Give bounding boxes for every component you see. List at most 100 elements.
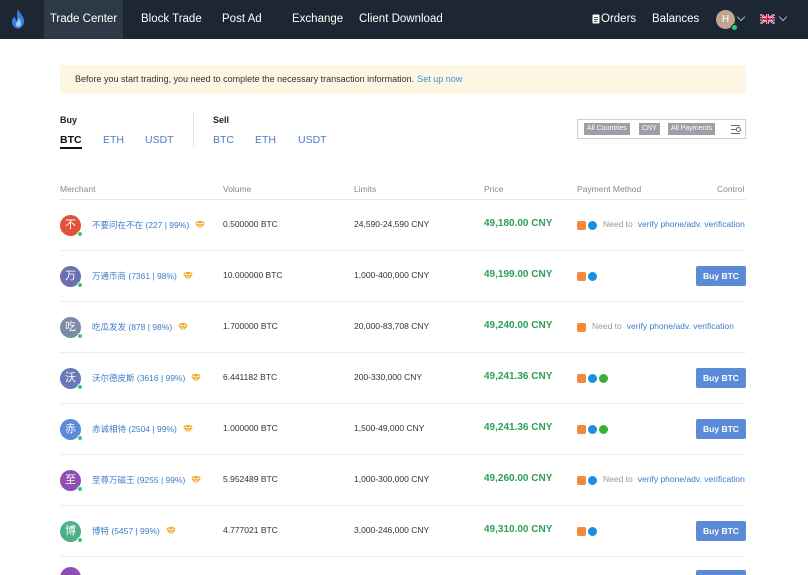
- col-volume: Volume: [223, 184, 252, 194]
- price-value: 49,241.36 CNY: [484, 371, 553, 382]
- volume-value: 10.000000 BTC: [223, 270, 283, 280]
- buy-btc-button[interactable]: Buy BTC: [696, 521, 746, 541]
- user-avatar[interactable]: H: [716, 10, 738, 31]
- payment-methods: [577, 270, 599, 281]
- filter-currency[interactable]: CNY: [639, 123, 660, 135]
- limits-value: 20,000-83,708 CNY: [354, 321, 430, 331]
- avatar-initial: 赤: [65, 423, 76, 435]
- avatar-initial: 吃: [65, 321, 76, 333]
- payment-methods: [577, 321, 588, 332]
- table-row: 沃 沃尔德皮斯 (3616 | 99%) 6.441182 BTC 200-33…: [60, 353, 746, 404]
- language-chevron-icon[interactable]: [778, 12, 788, 22]
- avatar[interactable]: 至: [60, 470, 83, 492]
- limits-value: 1,500-49,000 CNY: [354, 423, 425, 433]
- avatar-initial: 不: [65, 219, 76, 231]
- need-to-label: Need to: [603, 474, 633, 484]
- col-control: Control: [717, 184, 745, 194]
- merchant-label: 至尊万磁王 (9255 | 99%): [92, 475, 186, 485]
- volume-value: 6.441182 BTC: [223, 372, 278, 382]
- price-value: 49,180.00 CNY: [484, 218, 553, 229]
- filter-payment[interactable]: All Payments: [668, 123, 715, 135]
- bank-card-icon: [577, 526, 586, 536]
- notice-text: Before you start trading, you need to co…: [75, 74, 415, 84]
- nav-trade-center[interactable]: Trade Center: [44, 0, 123, 39]
- buy-tab-btc[interactable]: BTC: [60, 134, 82, 149]
- avatar: [60, 567, 81, 575]
- chevron-down-icon[interactable]: [736, 12, 746, 22]
- volume-value: 0.500000 BTC: [223, 219, 278, 229]
- table-row: 至 至尊万磁王 (9255 | 99%) 5.952489 BTC 1,000-…: [60, 455, 746, 506]
- verify-link[interactable]: verify phone/adv. verification: [627, 321, 734, 331]
- diamond-icon: [195, 221, 206, 229]
- bank-card-icon: [577, 271, 586, 281]
- limits-value: 3,000-246,000 CNY: [354, 525, 430, 535]
- diamond-icon: [182, 272, 193, 280]
- alipay-icon: [588, 424, 597, 434]
- nav-block-trade[interactable]: Block Trade: [141, 0, 202, 39]
- avatar[interactable]: 吃: [60, 317, 83, 339]
- bank-card-icon: [577, 373, 586, 383]
- avatar-letter: H: [721, 14, 730, 25]
- verify-link[interactable]: verify phone/adv. verification: [638, 219, 745, 229]
- merchant-name[interactable]: 至尊万磁王 (9255 | 99%): [92, 474, 202, 486]
- merchant-name[interactable]: 不要问在不在 (227 | 99%): [92, 219, 206, 231]
- bank-card-icon: [577, 475, 586, 485]
- orders-icon: [592, 14, 600, 24]
- verify-requirement: Need to verify phone/adv. verification: [603, 471, 746, 485]
- bank-card-icon: [577, 220, 586, 230]
- top-nav: Trade Center Block Trade Post Ad Exchang…: [0, 0, 808, 39]
- table-row: 博 博特 (5457 | 99%) 4.777021 BTC 3,000-246…: [60, 506, 746, 557]
- nav-exchange[interactable]: Exchange: [292, 0, 343, 39]
- avatar[interactable]: 博: [60, 521, 83, 543]
- sell-tab-usdt[interactable]: USDT: [298, 134, 327, 146]
- price-value: 49,240.00 CNY: [484, 320, 553, 331]
- need-to-label: Need to: [603, 219, 633, 229]
- online-status-dot: [77, 282, 83, 288]
- buy-btc-button[interactable]: Buy BTC: [696, 419, 746, 439]
- buy-tab-usdt[interactable]: USDT: [145, 134, 174, 146]
- merchant-name[interactable]: 沃尔德皮斯 (3616 | 99%): [92, 372, 202, 384]
- buy-btc-button[interactable]: Buy BTC: [696, 368, 746, 388]
- merchant-label: 吃瓜发发 (878 | 98%): [92, 322, 173, 332]
- avatar[interactable]: 万: [60, 266, 83, 288]
- avatar[interactable]: 赤: [60, 419, 83, 441]
- nav-balances[interactable]: Balances: [652, 0, 699, 39]
- buy-btc-button[interactable]: [696, 570, 746, 575]
- buy-tab-eth[interactable]: ETH: [103, 134, 124, 146]
- merchant-name[interactable]: 博特 (5457 | 99%): [92, 525, 176, 537]
- nav-orders[interactable]: Orders: [601, 0, 636, 39]
- online-status-dot: [731, 24, 738, 31]
- online-status-dot: [77, 486, 83, 492]
- avatar[interactable]: 不: [60, 215, 83, 237]
- filter-country[interactable]: All Countries: [584, 123, 630, 135]
- sell-tab-eth[interactable]: ETH: [255, 134, 276, 146]
- wechat-icon: [599, 373, 608, 383]
- diamond-icon: [191, 374, 202, 382]
- merchant-name[interactable]: 赤诚相待 (2504 | 99%): [92, 423, 193, 435]
- need-to-label: Need to: [592, 321, 622, 331]
- logo-icon[interactable]: [10, 9, 26, 29]
- table-row: 赤 赤诚相待 (2504 | 99%) 1.000000 BTC 1,500-4…: [60, 404, 746, 455]
- nav-client-download[interactable]: Client Download: [359, 0, 443, 39]
- avatar-initial: 至: [65, 474, 76, 486]
- volume-value: 1.000000 BTC: [223, 423, 278, 433]
- verify-link[interactable]: verify phone/adv. verification: [638, 474, 745, 484]
- buy-btc-button[interactable]: Buy BTC: [696, 266, 746, 286]
- merchant-label: 博特 (5457 | 99%): [92, 526, 160, 536]
- price-value: 49,241.36 CNY: [484, 422, 553, 433]
- diamond-icon: [178, 323, 189, 331]
- setup-link[interactable]: Set up now: [417, 74, 462, 84]
- filter-icon[interactable]: [731, 124, 742, 135]
- alipay-icon: [588, 475, 597, 485]
- verify-requirement: Need to verify phone/adv. verification: [603, 216, 746, 230]
- need-verify-text: Need to verify phone/adv. verification: [603, 219, 745, 229]
- avatar[interactable]: 沃: [60, 368, 83, 390]
- merchant-name[interactable]: 万通币商 (7361 | 98%): [92, 270, 193, 282]
- payment-methods: [577, 525, 599, 536]
- merchant-name[interactable]: 吃瓜发发 (878 | 98%): [92, 321, 189, 333]
- uk-flag-icon[interactable]: [760, 14, 775, 24]
- table-row: 不 不要问在不在 (227 | 99%) 0.500000 BTC 24,590…: [60, 200, 746, 251]
- need-verify-text: Need to verify phone/adv. verification: [592, 321, 734, 331]
- nav-post-ad[interactable]: Post Ad: [222, 0, 262, 39]
- sell-tab-btc[interactable]: BTC: [213, 134, 234, 146]
